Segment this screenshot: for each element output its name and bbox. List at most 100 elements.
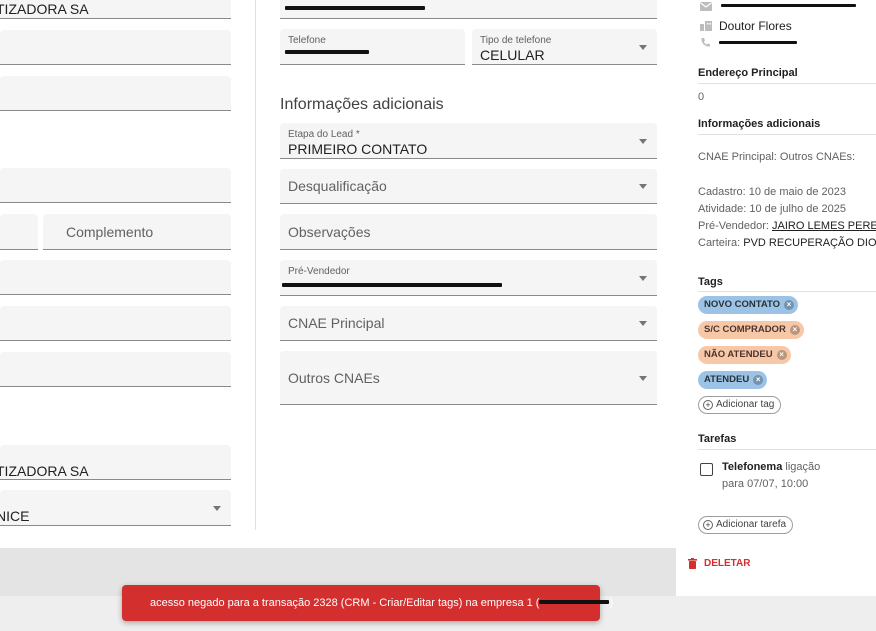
tag-chip[interactable]: NÃO ATENDEU × <box>698 346 791 364</box>
etapa-lead-value: PRIMEIRO CONTATO <box>288 141 428 157</box>
chevron-down-icon <box>639 275 647 281</box>
toast-message: acesso negado para a transação 2328 (CRM… <box>150 597 540 609</box>
chevron-down-icon <box>213 505 221 511</box>
phone-icon <box>701 38 710 47</box>
pre-vendedor-select[interactable]: Pré-Vendedor <box>280 260 657 296</box>
tipo-telefone-label: Tipo de telefone <box>480 35 552 46</box>
task-due: para 07/07, 10:00 <box>722 478 809 490</box>
tag-label: S/C COMPRADOR <box>704 324 786 335</box>
telefone-field[interactable]: Telefone <box>280 29 465 65</box>
plus-circle-icon: + <box>703 520 713 530</box>
desqualificacao-select[interactable]: Desqualificação <box>280 169 657 204</box>
chevron-down-icon <box>639 375 647 381</box>
endereco-rule <box>698 83 876 84</box>
tipo-telefone-value: CELULAR <box>480 47 545 63</box>
left-field-6[interactable] <box>0 260 231 295</box>
tarefas-rule <box>698 449 876 450</box>
cnae-principal-placeholder: CNAE Principal <box>288 315 385 331</box>
chevron-down-icon <box>639 321 647 326</box>
delete-label: DELETAR <box>704 558 751 569</box>
pre-vendedor-redaction <box>282 283 502 287</box>
pre-vendedor-prefix: Pré-Vendedor: <box>698 220 772 232</box>
info-heading: Informações adicionais <box>698 118 821 130</box>
cnae-principal-select[interactable]: CNAE Principal <box>280 306 657 341</box>
email-redaction <box>285 6 425 10</box>
error-toast: acesso negado para a transação 2328 (CRM… <box>122 585 613 621</box>
chevron-down-icon <box>639 184 647 189</box>
tags-rule <box>698 291 876 292</box>
tag-chip[interactable]: NOVO CONTATO × <box>698 296 798 314</box>
observacoes-placeholder: Observações <box>288 223 371 240</box>
email-field[interactable] <box>280 0 657 19</box>
numero-field[interactable] <box>0 214 38 250</box>
delete-button[interactable]: DELETAR <box>688 558 751 569</box>
telefone-redaction <box>285 50 369 54</box>
close-icon[interactable]: × <box>776 350 787 360</box>
task-type: ligação <box>782 461 821 473</box>
left-field-4[interactable] <box>0 168 231 203</box>
carteira-select[interactable]: NICE <box>0 490 231 526</box>
add-tag-button[interactable]: + Adicionar tag <box>698 396 782 414</box>
lead-summary-sidebar: Doutor Flores Endereço Principal 0 Infor… <box>676 0 876 596</box>
chevron-down-icon <box>639 44 647 50</box>
close-icon[interactable]: × <box>784 300 794 310</box>
plus-circle-icon: + <box>703 400 713 410</box>
sidebar-email-redaction <box>721 4 856 7</box>
razao-social-value: TIZADORA SA <box>0 1 89 17</box>
email-icon <box>700 2 712 11</box>
carteira-prefix: Carteira: <box>698 237 744 249</box>
etapa-lead-label: Etapa do Lead * <box>288 129 360 140</box>
atividade-line: Atividade: 10 de julho de 2025 <box>698 203 847 215</box>
left-field-3[interactable] <box>0 76 231 111</box>
close-icon[interactable]: × <box>789 325 800 335</box>
add-task-label: Adicionar tarefa <box>716 519 787 530</box>
info-rule <box>698 134 876 135</box>
pre-vendedor-label: Pré-Vendedor <box>288 266 350 277</box>
carteira-value: NICE <box>0 508 30 524</box>
left-field-2[interactable] <box>0 30 231 65</box>
tag-chip[interactable]: S/C COMPRADOR × <box>698 321 804 339</box>
cadastro-line: Cadastro: 10 de maio de 2023 <box>698 186 846 198</box>
close-icon[interactable]: × <box>753 375 764 385</box>
left-field-8[interactable] <box>0 352 231 387</box>
additional-info-title: Informações adicionais <box>280 96 444 113</box>
outros-cnaes-select[interactable]: Outros CNAEs <box>280 351 657 405</box>
carteira-line: Carteira: PVD RECUPERAÇÃO DIONIC <box>698 237 876 249</box>
pre-vendedor-line: Pré-Vendedor: JAIRO LEMES PEREIR <box>698 220 876 232</box>
razao-social-field[interactable]: TIZADORA SA <box>0 0 231 19</box>
tarefas-heading: Tarefas <box>698 433 737 445</box>
complemento-placeholder: Complemento <box>66 223 154 240</box>
left-field-7[interactable] <box>0 306 231 341</box>
complemento-field[interactable]: Complemento <box>43 214 231 250</box>
add-task-button[interactable]: + Adicionar tarefa <box>698 516 794 534</box>
endereco-heading: Endereço Principal <box>698 67 798 79</box>
nome-fantasia-value: TIZADORA SA <box>0 463 89 479</box>
tipo-telefone-select[interactable]: Tipo de telefone CELULAR <box>472 29 657 65</box>
nome-fantasia-field[interactable]: TIZADORA SA <box>0 445 231 480</box>
tag-label: NÃO ATENDEU <box>704 349 773 360</box>
toast-message-end: ) <box>609 597 614 609</box>
outros-cnaes-placeholder: Outros CNAEs <box>288 369 380 386</box>
carteira-name: PVD RECUPERAÇÃO DIONIC <box>743 237 876 249</box>
task-title-line: Telefonema ligação <box>722 461 820 473</box>
tags-heading: Tags <box>698 276 723 288</box>
cnae-line: CNAE Principal: Outros CNAEs: <box>698 151 856 163</box>
task-checkbox[interactable] <box>700 463 713 476</box>
chevron-down-icon <box>639 138 647 144</box>
tag-label: NOVO CONTATO <box>704 299 780 310</box>
task-title: Telefonema <box>722 461 783 473</box>
telefone-label: Telefone <box>288 35 326 46</box>
tag-chip[interactable]: ATENDEU × <box>698 371 768 389</box>
etapa-lead-select[interactable]: Etapa do Lead * PRIMEIRO CONTATO <box>280 123 657 159</box>
company-icon <box>700 21 712 31</box>
toast-redaction <box>539 600 610 604</box>
sidebar-phone-redaction <box>719 41 797 44</box>
pre-vendedor-link[interactable]: JAIRO LEMES PEREIR <box>772 220 876 232</box>
tag-label: ATENDEU <box>704 374 750 385</box>
desqualificacao-placeholder: Desqualificação <box>288 178 387 194</box>
endereco-value: 0 <box>698 91 705 103</box>
add-tag-label: Adicionar tag <box>716 399 775 410</box>
observacoes-field[interactable]: Observações <box>280 214 657 250</box>
column-divider <box>255 0 256 530</box>
trash-icon <box>688 558 697 569</box>
